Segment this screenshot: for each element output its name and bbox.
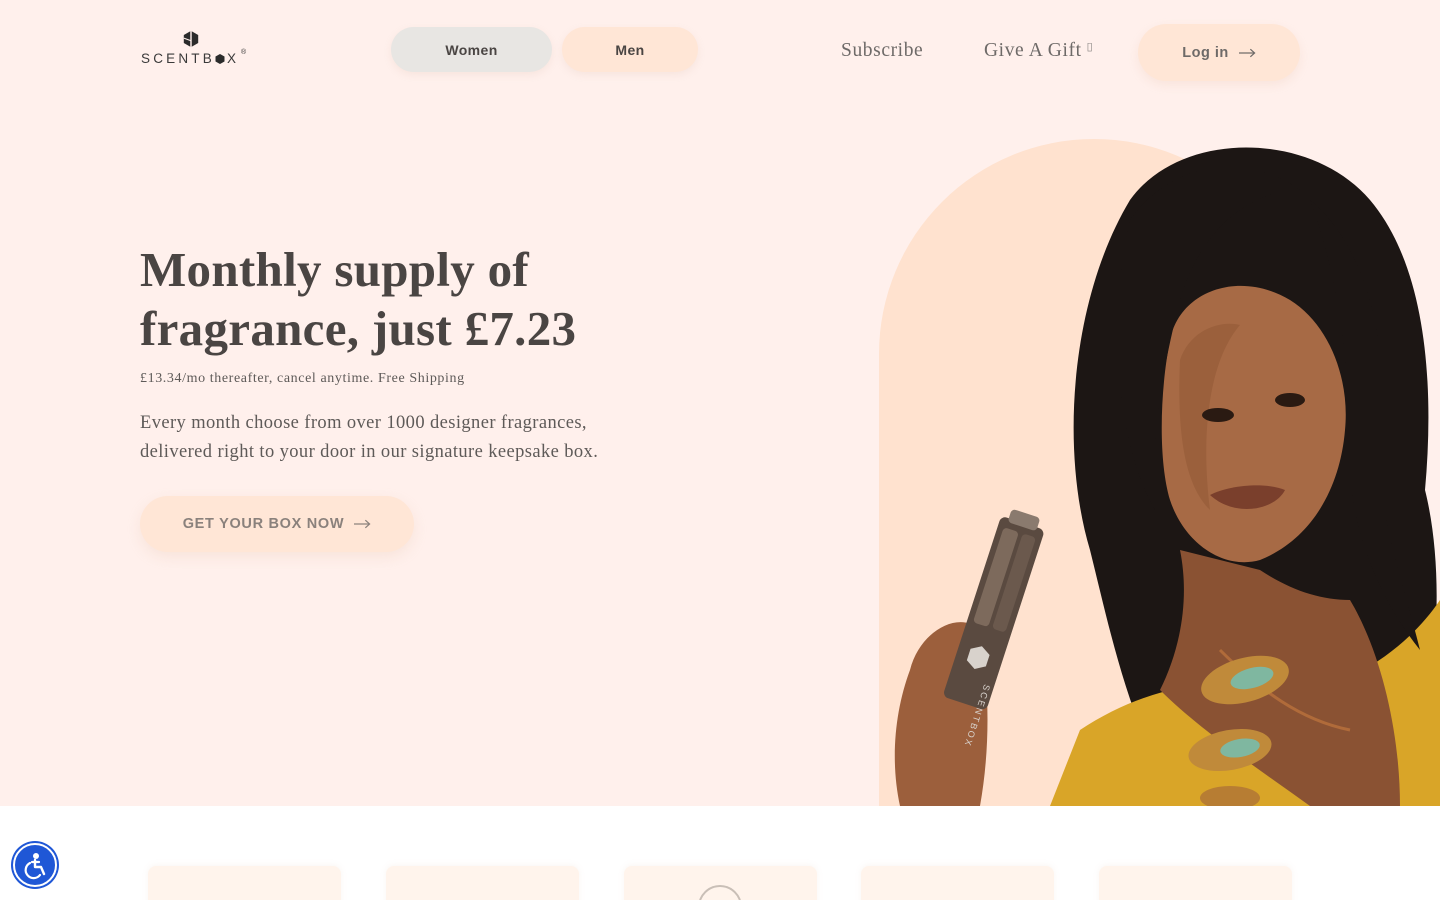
scentbox-logo[interactable]: SCENTB X ® [141, 30, 251, 70]
hero-model-photo: SCENTBOX [894, 147, 1440, 806]
arrow-right-icon [354, 519, 371, 529]
logo-o-hexagon-icon [215, 52, 225, 64]
accessibility-button[interactable] [13, 843, 57, 887]
logo-wordmark: SCENTB X [141, 51, 239, 66]
tab-women[interactable]: Women [391, 27, 552, 72]
nav-give-a-gift-link[interactable]: Give A Gift ▯ [984, 40, 1093, 62]
nav-give-a-gift-label: Give A Gift [984, 40, 1082, 61]
nav-subscribe-link[interactable]: Subscribe [841, 40, 923, 62]
logo-registered-mark: ® [241, 49, 247, 56]
brand-card[interactable] [861, 866, 1054, 900]
brand-cards-row [0, 866, 1440, 900]
get-your-box-button[interactable]: GET YOUR BOX NOW [140, 496, 414, 552]
logo-cube-icon [183, 30, 199, 48]
logo-wordmark-start: SCENTB [141, 51, 215, 66]
hero-description-line-1: Every month choose from over 1000 design… [140, 413, 587, 433]
login-button-label: Log in [1182, 44, 1229, 61]
logo-wordmark-end: X [226, 51, 240, 66]
get-your-box-label: GET YOUR BOX NOW [182, 516, 345, 532]
arrow-right-icon [1238, 48, 1256, 57]
hero-headline: Monthly supply of fragrance, just £7.23 [140, 240, 700, 358]
hero-description: Every month choose from over 1000 design… [140, 409, 680, 467]
hero-headline-line-2: fragrance, just £7.23 [140, 301, 577, 356]
brand-seal-icon [698, 885, 742, 900]
hero-price-subline: £13.34/mo thereafter, cancel anytime. Fr… [140, 371, 465, 386]
accessibility-icon [24, 853, 46, 880]
hero-headline-line-1: Monthly supply of [140, 242, 530, 297]
gift-icon: ▯ [1086, 41, 1094, 53]
brand-card[interactable] [386, 866, 579, 900]
tab-men[interactable]: Men [562, 27, 698, 72]
brand-card[interactable] [148, 866, 341, 900]
brand-card[interactable] [1099, 866, 1292, 900]
hero-section: SCENTB X ® Women Men Subscribe Give A Gif… [0, 0, 1440, 806]
hero-description-line-2: delivered right to your door in our sign… [140, 442, 599, 462]
login-button[interactable]: Log in [1138, 24, 1300, 81]
brand-card[interactable] [624, 866, 817, 900]
